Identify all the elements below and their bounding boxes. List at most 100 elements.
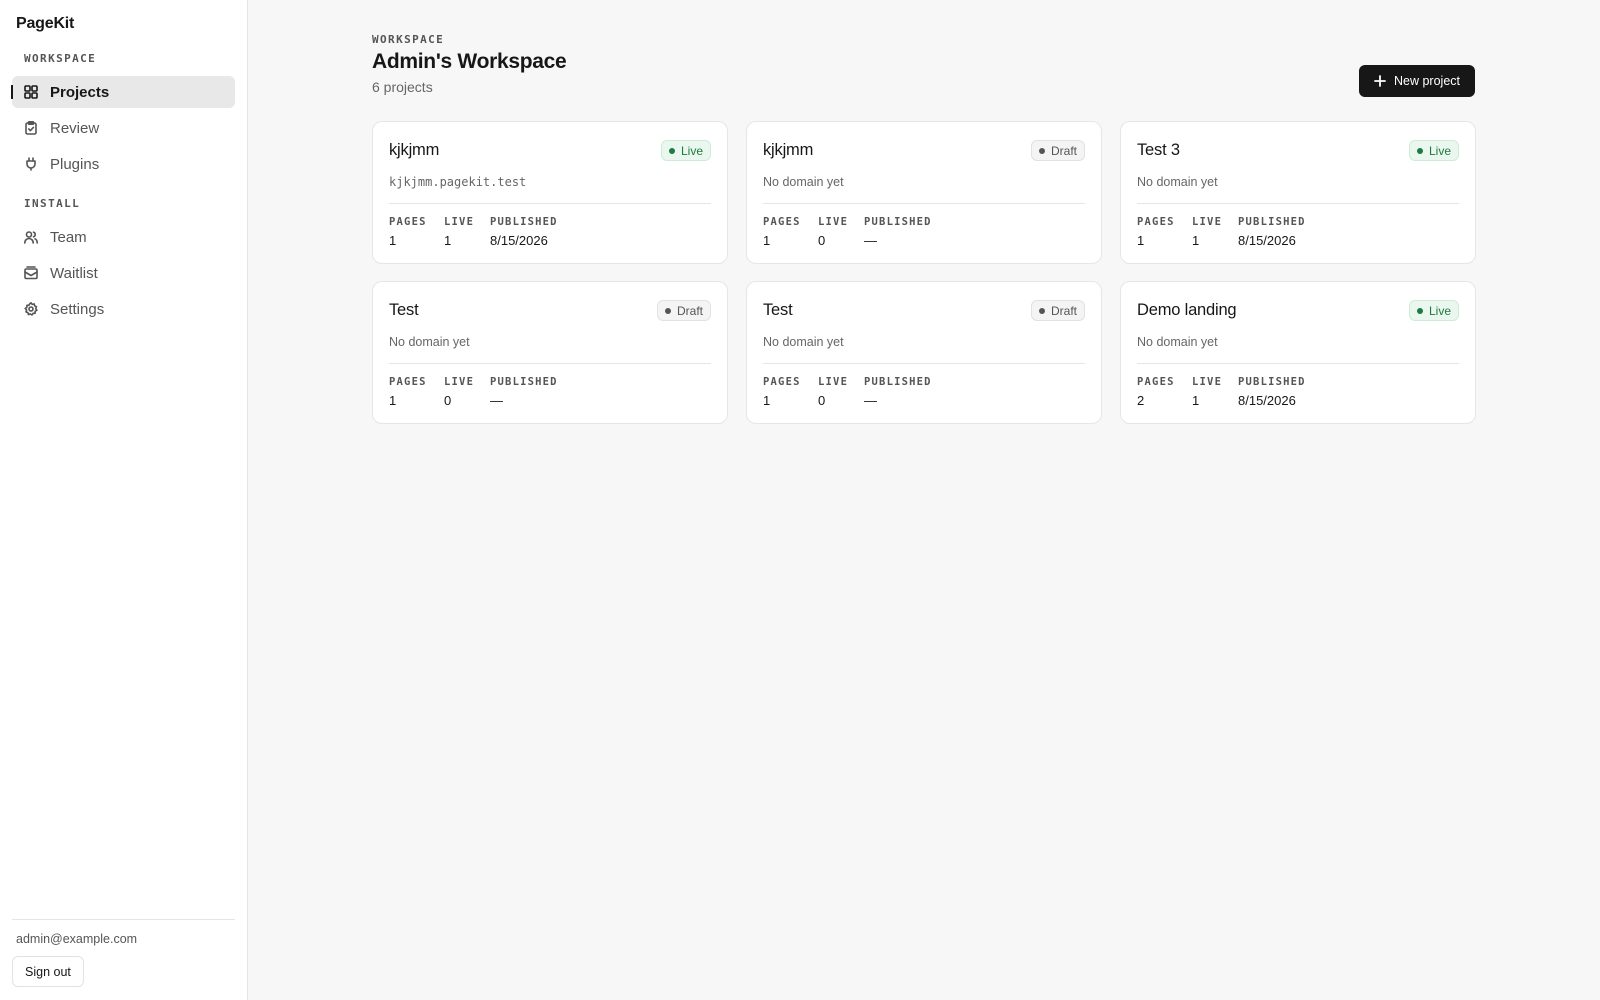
project-domain: No domain yet xyxy=(1137,335,1218,349)
status-badge: Live xyxy=(1408,140,1459,161)
stat-value: 1 xyxy=(1192,233,1200,248)
stat-published: PUBLISHED — xyxy=(490,376,558,408)
project-card[interactable]: Test 3 Live No domain yet PAGES 1 LIVE 1 P… xyxy=(1120,121,1476,264)
stat-published: PUBLISHED 8/15/2026 xyxy=(490,216,558,248)
stat-pages: PAGES 1 xyxy=(763,376,801,408)
stat-label: LIVE xyxy=(818,216,849,228)
stat-value: 1 xyxy=(389,393,397,408)
stat-label: PAGES xyxy=(763,376,801,388)
sidebar-item-label: Review xyxy=(50,119,100,137)
project-name[interactable]: Demo landing xyxy=(1137,301,1237,320)
stat-value: 1 xyxy=(1137,233,1145,248)
sidebar: PageKit WORKSPACE Projects Review Plugin… xyxy=(0,0,248,1000)
stat-value: — xyxy=(864,393,877,408)
sidebar-item-projects[interactable]: Projects xyxy=(11,76,235,108)
stat-value: — xyxy=(864,233,877,248)
gear-icon xyxy=(24,302,38,316)
stat-label: LIVE xyxy=(1192,216,1223,228)
status-label: Live xyxy=(680,143,703,158)
project-name[interactable]: kjkjmm xyxy=(389,141,439,160)
stat-label: PUBLISHED xyxy=(864,216,932,228)
stat-live: LIVE 1 xyxy=(1192,216,1222,248)
stat-live: LIVE 0 xyxy=(818,216,848,248)
plus-icon xyxy=(1374,75,1386,87)
project-name[interactable]: Test xyxy=(763,301,793,320)
stat-value: 1 xyxy=(1192,393,1200,408)
sidebar-section-workspace: WORKSPACE xyxy=(24,52,97,65)
sidebar-divider xyxy=(12,919,235,920)
project-name[interactable]: Test 3 xyxy=(1137,141,1180,160)
stat-pages: PAGES 1 xyxy=(763,216,801,248)
project-card[interactable]: Demo landing Live No domain yet PAGES 2 L… xyxy=(1120,281,1476,424)
stat-live: LIVE 1 xyxy=(1192,376,1222,408)
stat-live: LIVE 0 xyxy=(444,376,474,408)
project-domain: No domain yet xyxy=(763,335,844,349)
stat-label: PUBLISHED xyxy=(864,376,932,388)
clipboard-check-icon xyxy=(24,121,38,135)
status-dot-icon xyxy=(1038,307,1045,314)
project-name[interactable]: Test xyxy=(389,301,419,320)
sidebar-item-label: Team xyxy=(50,228,87,246)
inbox-mail-icon xyxy=(24,266,38,280)
stat-live: LIVE 1 xyxy=(444,216,474,248)
stat-label: PUBLISHED xyxy=(490,216,558,228)
card-divider xyxy=(389,363,711,364)
stat-value: 0 xyxy=(818,233,826,248)
status-badge: Live xyxy=(1408,300,1459,321)
status-label: Draft xyxy=(1050,303,1077,318)
sidebar-item-plugins[interactable]: Plugins xyxy=(12,148,235,180)
card-divider xyxy=(763,363,1085,364)
sidebar-item-label: Plugins xyxy=(50,155,100,173)
stat-pages: PAGES 2 xyxy=(1137,376,1175,408)
main-content: WORKSPACE Admin's Workspace 6 projects N… xyxy=(248,0,1600,1000)
sidebar-item-label: Projects xyxy=(50,83,110,101)
brand-logo[interactable]: PageKit xyxy=(16,15,74,33)
project-domain: kjkjmm.pagekit.test xyxy=(389,175,527,189)
project-grid: kjkjmm Live kjkjmm.pagekit.test PAGES 1 L… xyxy=(372,121,1476,424)
project-card[interactable]: Test Draft No domain yet PAGES 1 LIVE 0 PU… xyxy=(746,281,1102,424)
grid-icon xyxy=(24,85,38,99)
stat-published: PUBLISHED — xyxy=(864,376,932,408)
stat-pages: PAGES 1 xyxy=(1137,216,1175,248)
status-badge: Draft xyxy=(1030,300,1085,321)
stat-value: — xyxy=(490,393,503,408)
stat-value: 8/15/2026 xyxy=(1238,233,1296,248)
stat-label: LIVE xyxy=(444,216,475,228)
status-dot-icon xyxy=(668,147,675,154)
stat-label: PUBLISHED xyxy=(1238,216,1306,228)
stat-label: PAGES xyxy=(389,376,427,388)
sidebar-item-team[interactable]: Team xyxy=(12,221,235,253)
stat-published: PUBLISHED — xyxy=(864,216,932,248)
stat-label: PAGES xyxy=(389,216,427,228)
project-card[interactable]: Test Draft No domain yet PAGES 1 LIVE 0 PU… xyxy=(372,281,728,424)
project-card[interactable]: kjkjmm Live kjkjmm.pagekit.test PAGES 1 L… xyxy=(372,121,728,264)
stat-published: PUBLISHED 8/15/2026 xyxy=(1238,216,1306,248)
stat-value: 0 xyxy=(444,393,452,408)
sign-out-button[interactable]: Sign out xyxy=(12,956,84,987)
card-divider xyxy=(389,203,711,204)
project-card[interactable]: kjkjmm Draft No domain yet PAGES 1 LIVE 0 … xyxy=(746,121,1102,264)
stat-label: LIVE xyxy=(818,376,849,388)
project-name[interactable]: kjkjmm xyxy=(763,141,813,160)
stat-value: 1 xyxy=(763,233,771,248)
status-dot-icon xyxy=(664,307,671,314)
plug-icon xyxy=(24,157,38,171)
status-label: Live xyxy=(1428,303,1451,318)
stat-value: 2 xyxy=(1137,393,1145,408)
status-label: Live xyxy=(1428,143,1451,158)
stat-label: PUBLISHED xyxy=(490,376,558,388)
status-dot-icon xyxy=(1416,307,1423,314)
sidebar-item-review[interactable]: Review xyxy=(12,112,235,144)
sidebar-item-settings[interactable]: Settings xyxy=(12,293,235,325)
card-divider xyxy=(1137,203,1459,204)
new-project-button[interactable]: New project xyxy=(1359,65,1475,97)
project-domain: No domain yet xyxy=(1137,175,1218,189)
stat-label: LIVE xyxy=(444,376,475,388)
sidebar-item-waitlist[interactable]: Waitlist xyxy=(12,257,235,289)
card-divider xyxy=(1137,363,1459,364)
users-icon xyxy=(24,230,38,244)
status-dot-icon xyxy=(1038,147,1045,154)
new-project-label: New project xyxy=(1394,74,1460,88)
status-dot-icon xyxy=(1416,147,1423,154)
project-count: 6 projects xyxy=(372,79,433,95)
